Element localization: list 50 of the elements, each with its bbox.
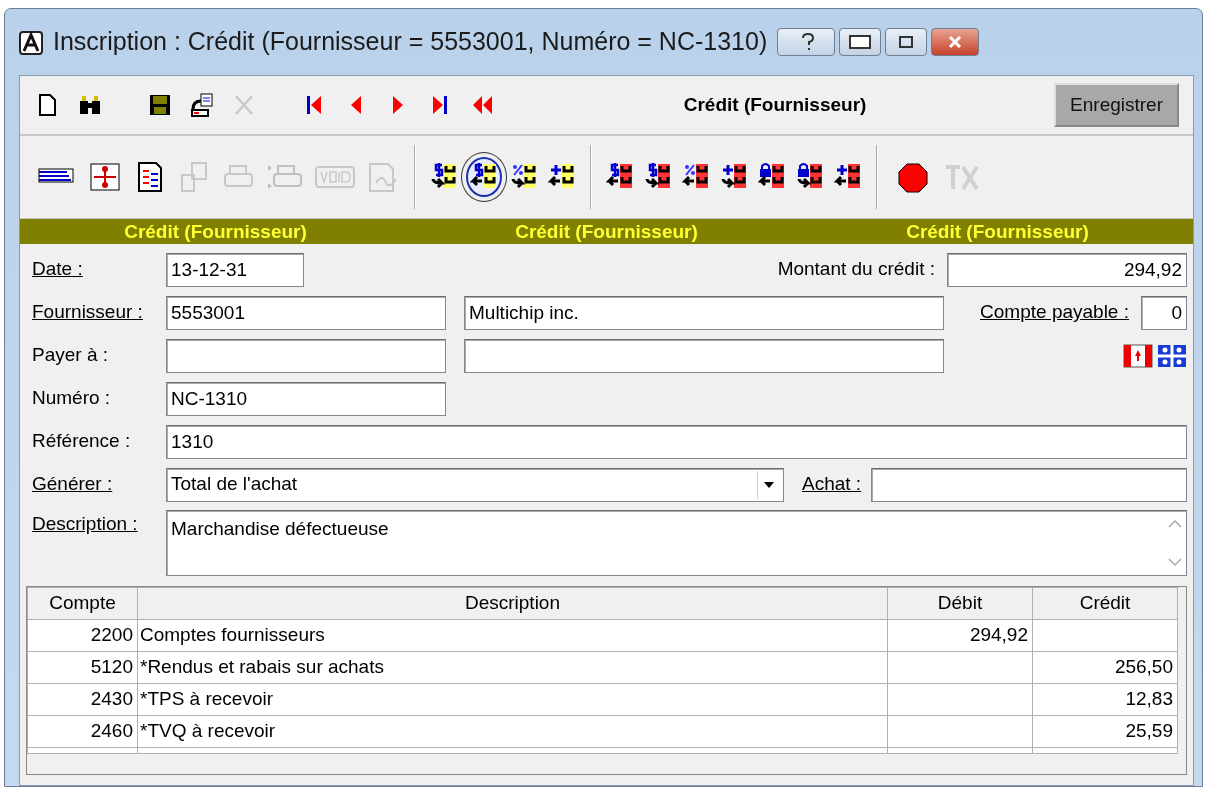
table-cell: *TPS à recevoir bbox=[137, 683, 888, 716]
column-header: Description bbox=[137, 587, 888, 620]
field-label: Compte payable : bbox=[980, 300, 1129, 325]
table-cell: 256,50 bbox=[1032, 651, 1178, 684]
date-field[interactable]: 13-12-31 bbox=[166, 252, 304, 287]
form-banner-title: Crédit (Fournisseur) bbox=[906, 220, 1089, 244]
payable-account-field[interactable]: 0 bbox=[1141, 295, 1187, 330]
table-cell: 5120 bbox=[27, 651, 138, 684]
close-button[interactable] bbox=[931, 28, 980, 56]
field-label: Montant du crédit : bbox=[777, 257, 935, 282]
mode-label: Crédit (Fournisseur) bbox=[683, 92, 867, 117]
field-label: Référence : bbox=[32, 429, 132, 454]
field-label: Générer : bbox=[32, 472, 114, 497]
number-field[interactable]: NC-1310 bbox=[166, 381, 446, 416]
minimize-icon bbox=[848, 32, 873, 52]
table-cell: *TVQ à recevoir bbox=[137, 715, 888, 748]
field-label: Fournisseur : bbox=[32, 300, 144, 325]
transfer-icon[interactable] bbox=[188, 91, 216, 119]
form-banner-title: Crédit (Fournisseur) bbox=[124, 220, 307, 244]
generate-dropdown[interactable]: Total de l'achat bbox=[166, 467, 784, 502]
form-banner-title: Crédit (Fournisseur) bbox=[515, 220, 698, 244]
save-button[interactable]: Enregistrer bbox=[1054, 82, 1179, 128]
supplier-name-field[interactable]: Multichip inc. bbox=[464, 295, 944, 330]
table-cell: 2460 bbox=[27, 715, 138, 748]
canada-flag-icon bbox=[1123, 341, 1153, 370]
column-header: Débit bbox=[887, 587, 1033, 620]
minimize-button[interactable] bbox=[839, 28, 882, 56]
table-cell: Comptes fournisseurs bbox=[137, 619, 888, 652]
field-label: Description : bbox=[32, 512, 139, 536]
amount-field[interactable]: 294,92 bbox=[947, 252, 1187, 287]
column-header: Crédit bbox=[1032, 587, 1178, 620]
table-cell: *Rendus et rabais sur achats bbox=[137, 651, 888, 684]
reference-field[interactable]: 1310 bbox=[166, 424, 1187, 459]
pay-to-address-field[interactable] bbox=[464, 338, 944, 373]
window-title: Inscription : Crédit (Fournisseur = 5553001, Numéro = NC-1310) bbox=[53, 26, 768, 58]
supplier-field[interactable]: 5553001 bbox=[166, 295, 446, 330]
table-cell: 25,59 bbox=[1032, 715, 1178, 748]
column-header: Compte bbox=[27, 587, 138, 620]
table-cell: 294,92 bbox=[887, 619, 1033, 652]
purchase-field[interactable] bbox=[871, 467, 1187, 502]
table-cell: 12,83 bbox=[1032, 683, 1178, 716]
pay-to-field[interactable] bbox=[166, 338, 446, 373]
table-cell: 2430 bbox=[27, 683, 138, 716]
table-cell: 2200 bbox=[27, 619, 138, 652]
field-label: Achat : bbox=[802, 472, 862, 497]
help-button[interactable] bbox=[777, 28, 836, 56]
field-label: Numéro : bbox=[32, 386, 112, 411]
field-label: Payer à : bbox=[32, 343, 110, 368]
field-label: Date : bbox=[32, 257, 84, 282]
maximize-button[interactable] bbox=[885, 28, 928, 56]
